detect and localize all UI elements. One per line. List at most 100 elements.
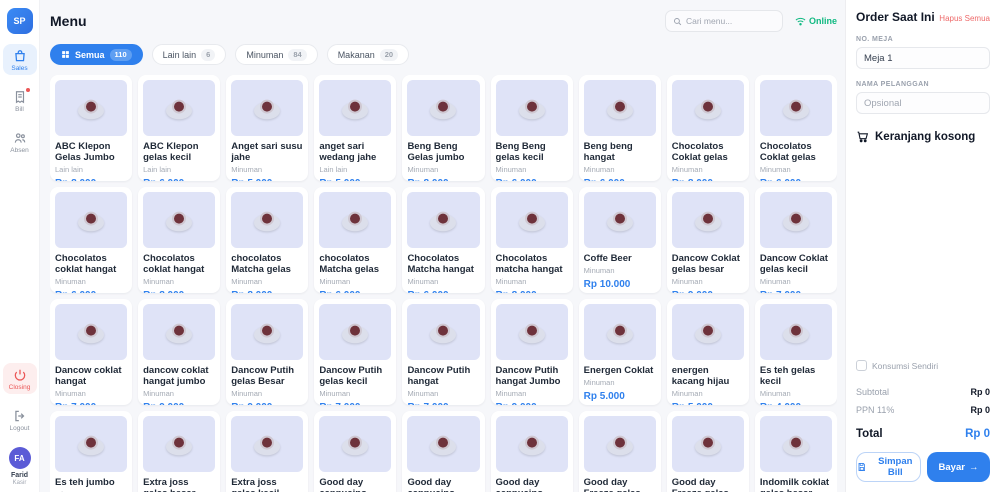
product-name: Good day cappucino gelas besar	[319, 477, 391, 492]
product-card[interactable]: Extra joss gelas besar Minuman	[138, 411, 220, 492]
product-name: Dancow Putih gelas kecil	[319, 365, 391, 387]
pay-button[interactable]: Bayar →	[927, 452, 990, 482]
cup-shape	[525, 100, 539, 114]
tax-row: PPN 11% Rp 0	[856, 405, 990, 415]
product-name: Dancow Coklat gelas besar	[672, 253, 744, 275]
product-card[interactable]: Chocolatos coklat hangat Minuman Rp 6.00…	[50, 187, 132, 293]
product-card[interactable]: Dancow Coklat gelas kecil Minuman Rp 7.0…	[755, 187, 837, 293]
product-category: Minuman	[760, 277, 832, 286]
product-category: Minuman	[672, 277, 744, 286]
product-card[interactable]: Es teh gelas kecil Minuman Rp 4.000	[755, 299, 837, 405]
menu-header: Menu Online	[50, 10, 837, 32]
product-card[interactable]: Good day Freeze gelas kecil Minuman	[667, 411, 749, 492]
save-bill-label: Simpan Bill	[871, 456, 920, 478]
receipt-icon	[13, 90, 27, 104]
product-card[interactable]: Chocolatos matcha hangat jumbo Minuman R…	[491, 187, 573, 293]
sidebar-item-logout[interactable]: Logout	[3, 404, 37, 435]
product-card[interactable]: chocolatos Matcha gelas Besar Minuman Rp…	[226, 187, 308, 293]
sidebar-item-absen[interactable]: Absen	[3, 126, 37, 157]
product-card[interactable]: Dancow Putih gelas Besar Minuman Rp 9.00…	[226, 299, 308, 405]
product-card[interactable]: ABC Klepon Gelas Jumbo Lain lain Rp 8.00…	[50, 75, 132, 181]
product-card[interactable]: Chocolatos coklat hangat jumbo Minuman R…	[138, 187, 220, 293]
product-card[interactable]: energen kacang hijau Minuman Rp 5.000	[667, 299, 749, 405]
category-chip-count: 84	[288, 49, 306, 61]
total-value: Rp 0	[965, 428, 990, 440]
product-card[interactable]: Dancow Putih hangat Minuman Rp 7.000	[402, 299, 484, 405]
product-card[interactable]: Dancow coklat hangat Minuman Rp 7.000	[50, 299, 132, 405]
cup-shape	[436, 212, 450, 226]
product-card[interactable]: Chocolatos Matcha hangat Minuman Rp 6.00…	[402, 187, 484, 293]
product-card[interactable]: Chocolatos Coklat gelas besar Minuman Rp…	[667, 75, 749, 181]
product-card[interactable]: Anget sari susu jahe Minuman Rp 5.000	[226, 75, 308, 181]
self-consumption-label: Konsumsi Sendiri	[872, 361, 938, 371]
product-image	[55, 416, 127, 472]
product-name: Coffe Beer	[584, 253, 656, 264]
clear-all-link[interactable]: Hapus Semua	[939, 14, 990, 23]
product-card[interactable]: Beng Beng Gelas jumbo Minuman Rp 8.000	[402, 75, 484, 181]
product-price: Rp 6.000	[760, 178, 832, 181]
sidebar-item-closing[interactable]: Closing	[3, 363, 37, 394]
search-box	[665, 10, 783, 32]
product-name: energen kacang hijau	[672, 365, 744, 387]
product-category: Minuman	[496, 277, 568, 286]
user-avatar[interactable]: FA	[9, 447, 31, 469]
pay-label: Bayar	[939, 462, 965, 473]
product-image	[672, 192, 744, 248]
table-number-input[interactable]	[856, 47, 990, 69]
product-card[interactable]: Coffe Beer Minuman Rp 10.000	[579, 187, 661, 293]
cup-shape	[525, 436, 539, 450]
product-price: Rp 7.000	[319, 402, 391, 405]
customer-name-label: NAMA PELANGGAN	[856, 81, 990, 88]
product-card[interactable]: Good day cappucino panas Minuman	[491, 411, 573, 492]
product-name: Extra joss gelas kecil	[231, 477, 303, 492]
save-bill-button[interactable]: Simpan Bill	[856, 452, 921, 482]
product-card[interactable]: anget sari wedang jahe Lain lain Rp 5.00…	[314, 75, 396, 181]
category-chip[interactable]: Makanan 20	[327, 44, 409, 65]
product-card[interactable]: Chocolatos Coklat gelas kecil Minuman Rp…	[755, 75, 837, 181]
product-name: Chocolatos matcha hangat jumbo	[496, 253, 568, 275]
cup-shape	[701, 100, 715, 114]
product-card[interactable]: Extra joss gelas kecil Minuman Rp 5.000	[226, 411, 308, 492]
sidebar-item-label: Closing	[9, 384, 31, 391]
product-card[interactable]: Dancow Coklat gelas besar Minuman Rp 9.0…	[667, 187, 749, 293]
product-name: Es teh jumbo	[55, 477, 127, 488]
product-card[interactable]: chocolatos Matcha gelas kecil Minuman Rp…	[314, 187, 396, 293]
product-card[interactable]: Beng Beng gelas kecil Minuman Rp 6.000	[491, 75, 573, 181]
product-grid: ABC Klepon Gelas Jumbo Lain lain Rp 8.00…	[50, 75, 837, 492]
product-card[interactable]: Good day cappucino gelas besar Minuman	[314, 411, 396, 492]
logout-icon	[13, 409, 27, 423]
product-price: Rp 8.000	[55, 178, 127, 181]
product-card[interactable]: Es teh jumbo Minuman Rp 6.000	[50, 411, 132, 492]
sidebar-item-bill[interactable]: Bill	[3, 85, 37, 116]
category-chip[interactable]: Lain lain 6	[152, 44, 227, 65]
product-card[interactable]: Indomilk coklat gelas besar Minuman	[755, 411, 837, 492]
order-panel: Order Saat Ini Hapus Semua NO. MEJA NAMA…	[845, 0, 1000, 492]
product-card[interactable]: dancow coklat hangat jumbo Minuman Rp 9.…	[138, 299, 220, 405]
search-input[interactable]	[686, 16, 775, 26]
customer-name-input[interactable]	[856, 92, 990, 114]
product-price: Rp 5.000	[231, 178, 303, 181]
product-name: Beng beng hangat	[584, 141, 656, 163]
cup-shape	[613, 436, 627, 450]
shopping-bag-icon	[13, 49, 27, 63]
product-card[interactable]: Beng beng hangat Minuman Rp 6.000	[579, 75, 661, 181]
category-chip[interactable]: Minuman 84	[235, 44, 317, 65]
product-card[interactable]: Dancow Putih hangat Jumbo Minuman Rp 9.0…	[491, 299, 573, 405]
category-chip[interactable]: Semua 110	[50, 44, 143, 65]
product-card[interactable]: Energen Coklat Minuman Rp 5.000	[579, 299, 661, 405]
product-name: Good day cappucino gelas kecil	[407, 477, 479, 492]
product-card[interactable]: Good day cappucino gelas kecil Minuman	[402, 411, 484, 492]
product-category: Minuman	[231, 165, 303, 174]
self-consumption-checkbox[interactable]	[856, 360, 867, 371]
product-price: Rp 6.000	[496, 178, 568, 181]
app-logo: SP	[7, 8, 33, 34]
sidebar-item-sales[interactable]: Sales	[3, 44, 37, 75]
product-card[interactable]: ABC Klepon gelas kecil Lain lain Rp 6.00…	[138, 75, 220, 181]
cup-shape	[701, 212, 715, 226]
subtotal-row: Subtotal Rp 0	[856, 387, 990, 397]
product-card[interactable]: Dancow Putih gelas kecil Minuman Rp 7.00…	[314, 299, 396, 405]
product-name: Beng Beng gelas kecil	[496, 141, 568, 163]
product-category: Minuman	[584, 378, 656, 387]
product-card[interactable]: Good day Freeze gelas besar Minuman	[579, 411, 661, 492]
product-image	[319, 304, 391, 360]
